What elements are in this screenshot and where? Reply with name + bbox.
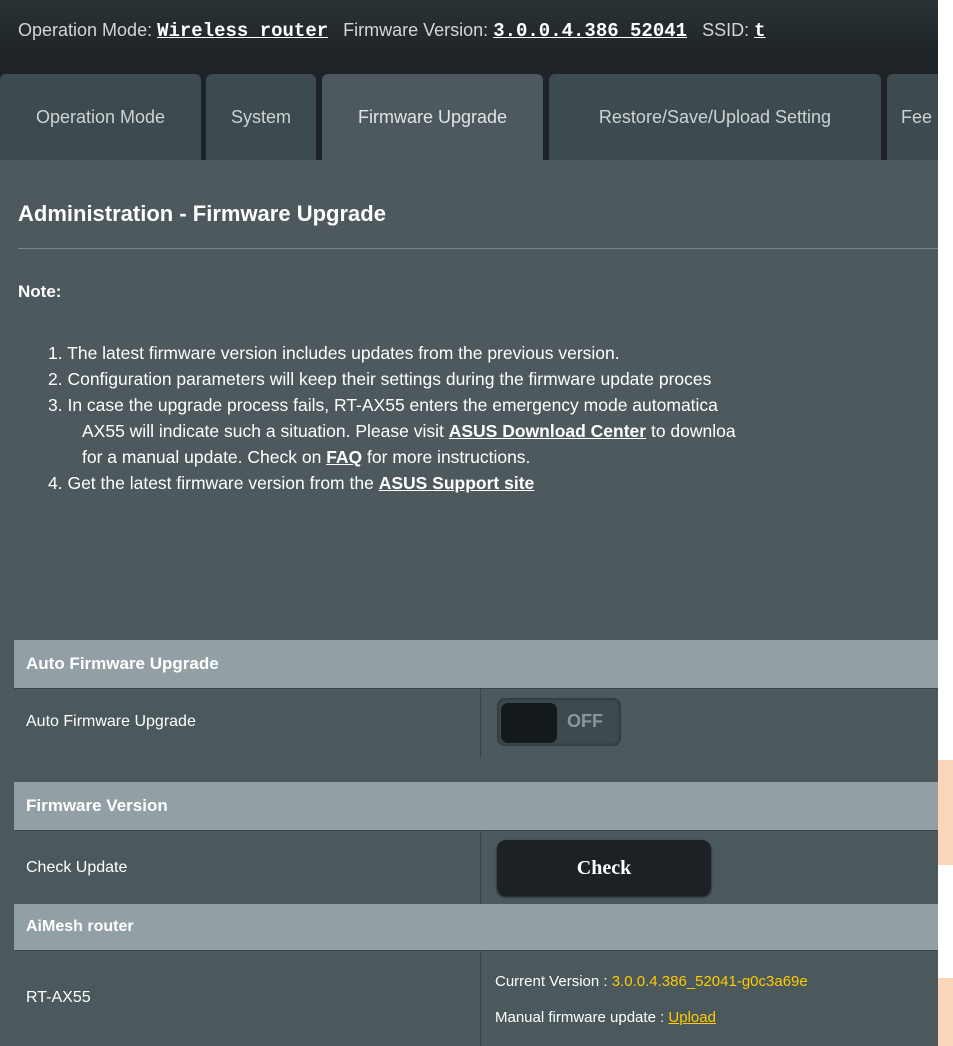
operation-mode-link[interactable]: Wireless router [157,20,328,42]
section-header-firmware-version: Firmware Version [14,782,938,830]
tab-operation-mode[interactable]: Operation Mode [0,74,201,160]
note-text: for a manual update. Check on [82,447,327,467]
operation-mode-label: Operation Mode: [18,20,153,40]
note-text: 1. The latest firmware version includes … [48,343,620,363]
current-version-label: Current Version : [495,973,612,990]
asus-download-center-link[interactable]: ASUS Download Center [449,421,646,441]
manual-update-line: Manual firmware update : Upload [495,1009,716,1026]
aimesh-device-row: RT-AX55 Current Version : 3.0.0.4.386_52… [14,950,938,1046]
tab-bar: Operation Mode System Firmware Upgrade R… [0,56,938,160]
title-divider [18,248,938,249]
upload-link[interactable]: Upload [668,1009,716,1026]
note-text: to downloa [646,421,736,441]
check-button[interactable]: Check [497,840,711,896]
page-title: Administration - Firmware Upgrade [18,201,386,226]
check-update-label: Check Update [26,859,128,876]
auto-firmware-upgrade-cell: OFF [480,689,938,758]
firmware-version-label: Firmware Version: [343,20,489,40]
manual-update-label: Manual firmware update : [495,1009,669,1026]
decorative-peach-strip [938,978,953,1046]
ssid-link[interactable]: t [754,20,765,42]
asus-support-site-link[interactable]: ASUS Support site [379,473,535,493]
note-item-continued: for a manual update. Check on FAQ for mo… [48,444,938,470]
note-text: 2. Configuration parameters will keep th… [48,369,712,389]
note-item: 1. The latest firmware version includes … [48,340,938,366]
toggle-state-label: OFF [567,711,603,731]
device-info-cell: Current Version : 3.0.0.4.386_52041-g0c3… [480,951,938,1046]
faq-link[interactable]: FAQ [326,447,362,467]
ssid-label: SSID: [702,20,750,40]
note-text: 4. Get the latest firmware version from … [48,473,379,493]
status-bar: Operation Mode: Wireless router Firmware… [0,0,938,56]
check-update-row: Check Update Check [14,830,938,904]
note-label: Note: [18,282,62,301]
section-header-auto-firmware-upgrade: Auto Firmware Upgrade [14,640,938,688]
note-item-continued: AX55 will indicate such a situation. Ple… [48,418,938,444]
current-version-value: 3.0.0.4.386_52041-g0c3a69e [611,973,808,990]
router-admin-frame: Operation Mode: Wireless router Firmware… [0,0,938,1046]
note-text: for more instructions. [362,447,531,467]
check-update-cell: Check [480,831,938,904]
main-content: Administration - Firmware Upgrade Note: … [0,160,938,1046]
note-item: 4. Get the latest firmware version from … [48,470,938,496]
tab-system[interactable]: System [206,74,316,160]
device-name: RT-AX55 [26,989,91,1006]
auto-firmware-upgrade-row: Auto Firmware Upgrade OFF [14,688,938,758]
note-item: 2. Configuration parameters will keep th… [48,366,938,392]
current-version-line: Current Version : 3.0.0.4.386_52041-g0c3… [495,973,808,990]
tab-firmware-upgrade[interactable]: Firmware Upgrade [322,74,543,160]
section-header-aimesh-router: AiMesh router [14,904,938,950]
note-item: 3. In case the upgrade process fails, RT… [48,392,938,418]
note-text: 3. In case the upgrade process fails, RT… [48,395,718,415]
auto-upgrade-toggle[interactable]: OFF [497,698,621,746]
tab-feedback[interactable]: Fee [887,74,938,160]
firmware-version-link[interactable]: 3.0.0.4.386_52041 [493,20,687,42]
auto-firmware-upgrade-label: Auto Firmware Upgrade [26,713,196,730]
tab-restore-save-upload[interactable]: Restore/Save/Upload Setting [549,74,881,160]
decorative-peach-strip [938,760,953,865]
notes-list: 1. The latest firmware version includes … [48,340,938,496]
note-text: AX55 will indicate such a situation. Ple… [82,421,449,441]
toggle-knob [501,703,557,743]
